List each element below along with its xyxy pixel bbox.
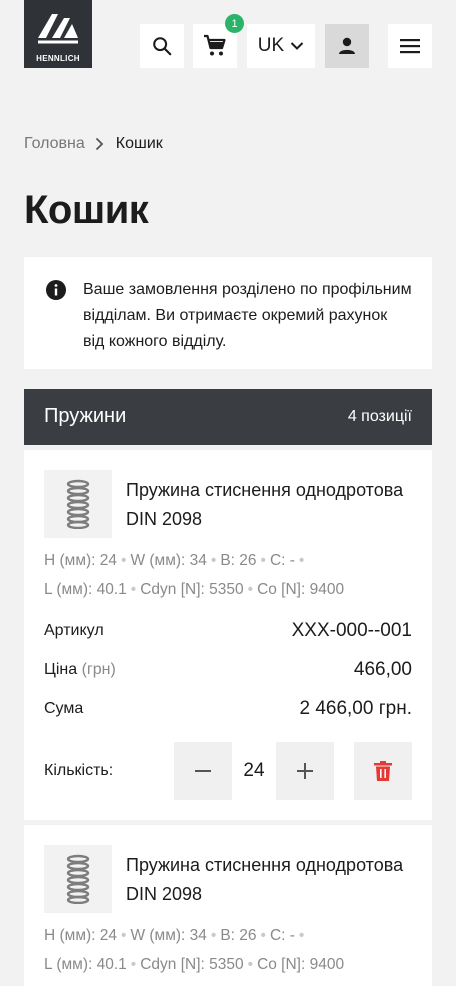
menu-icon: [400, 39, 420, 54]
specs-line-2: L (мм): 40.1 • Cdyn [N]: 5350 • Co [N]: 9400: [44, 581, 345, 598]
user-icon: [339, 37, 355, 54]
breadcrumb-current: Кошик: [115, 135, 163, 152]
info-icon: [46, 280, 66, 300]
breadcrumb: Головна Кошик: [24, 133, 163, 155]
cart-item: Пружина стиснення однодротова DIN 2098 H…: [24, 825, 432, 986]
chevron-right-icon: [95, 137, 104, 151]
article-value: XXX-000--001: [291, 620, 412, 641]
language-select[interactable]: UK: [247, 24, 315, 68]
specs-line-1: H (мм): 24 • W (мм): 34 • B: 26 • C: - •: [44, 552, 305, 569]
sum-label: Сума: [44, 700, 84, 717]
logo-mark-icon: [38, 14, 78, 44]
price-value: 466,00: [353, 659, 412, 680]
trash-icon: [374, 761, 392, 781]
sum-value: 2 466,00 грн.: [299, 698, 412, 719]
cart-group-header: Пружини 4 позиції: [24, 389, 432, 445]
cart-icon: [204, 34, 226, 56]
info-text: Ваше замовлення розділено по профільним …: [83, 281, 412, 350]
quantity-label: Кількість:: [44, 762, 114, 779]
group-item-count: 4 позиції: [347, 408, 412, 425]
language-label: UK: [257, 35, 285, 56]
product-specs: H (мм): 24 • W (мм): 34 • B: 26 • C: - • L (мм)…: [44, 921, 424, 979]
article-row: Артикул XXX-000--001: [44, 620, 412, 642]
article-label: Артикул: [44, 622, 104, 639]
info-notice: Ваше замовлення розділено по профільним …: [24, 257, 432, 369]
logo-text: HENNLICH: [36, 54, 80, 63]
product-specs: H (мм): 24 • W (мм): 34 • B: 26 • C: - • L (мм)…: [44, 546, 424, 604]
sum-row: Сума 2 466,00 грн.: [44, 698, 412, 720]
search-button[interactable]: [140, 24, 184, 68]
cart-item: Пружина стиснення однодротова DIN 2098 H…: [24, 450, 432, 820]
chevron-down-icon: [290, 42, 304, 50]
product-name[interactable]: Пружина стиснення однодротова DIN 2098: [126, 851, 416, 909]
account-button[interactable]: [325, 24, 369, 68]
quantity-input[interactable]: 24: [232, 742, 276, 800]
search-icon: [153, 37, 172, 56]
product-image[interactable]: [44, 845, 112, 913]
plus-icon: [297, 763, 313, 779]
breadcrumb-home-link[interactable]: Головна: [24, 135, 85, 153]
group-title: Пружини: [44, 405, 127, 427]
product-name[interactable]: Пружина стиснення однодротова DIN 2098: [126, 476, 416, 534]
specs-line-1: H (мм): 24 • W (мм): 34 • B: 26 • C: - •: [44, 927, 305, 944]
menu-button[interactable]: [388, 24, 432, 68]
cart-count-badge: 1: [225, 14, 244, 33]
minus-icon: [195, 770, 211, 772]
product-image[interactable]: [44, 470, 112, 538]
price-label: Ціна (грн): [44, 661, 116, 678]
price-row: Ціна (грн) 466,00: [44, 659, 412, 681]
hennlich-logo[interactable]: HENNLICH: [24, 0, 92, 68]
remove-item-button[interactable]: [354, 742, 412, 800]
specs-line-2: L (мм): 40.1 • Cdyn [N]: 5350 • Co [N]: 9400: [44, 956, 345, 973]
page-title: Кошик: [24, 188, 149, 232]
quantity-decrease-button[interactable]: [174, 742, 232, 800]
spring-image-icon: [66, 854, 90, 904]
spring-image-icon: [66, 479, 90, 529]
site-header: HENNLICH 1 UK: [0, 0, 456, 72]
quantity-increase-button[interactable]: [276, 742, 334, 800]
